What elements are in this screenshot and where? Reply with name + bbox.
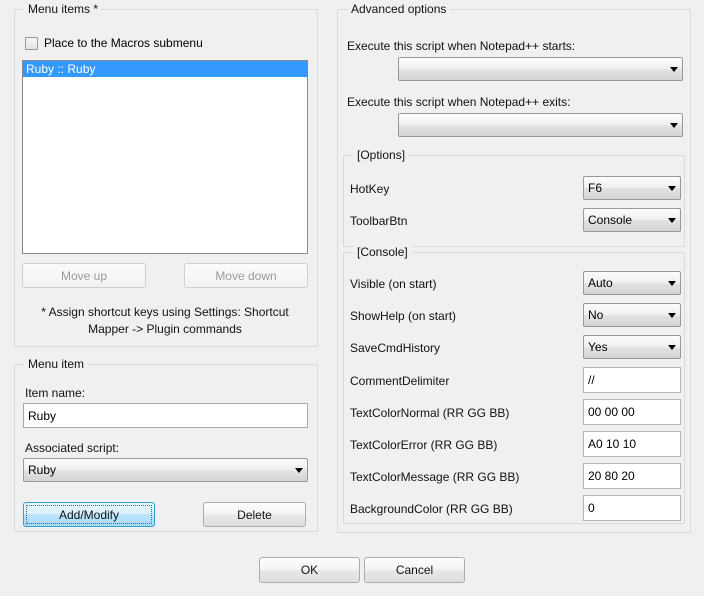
checkbox-box xyxy=(25,36,38,50)
toolbarbtn-value: Console xyxy=(588,213,633,227)
textcolornormal-value: 00 00 00 xyxy=(588,405,635,419)
textcolorerror-label: TextColorError (RR GG BB) xyxy=(350,438,498,452)
savecmdhistory-value: Yes xyxy=(588,340,608,354)
menu-item-group-title: Menu item xyxy=(24,357,89,371)
item-name-label: Item name: xyxy=(25,386,86,400)
options-subgroup-title: [Options] xyxy=(353,148,410,162)
ok-label: OK xyxy=(300,563,319,577)
execute-on-start-label: Execute this script when Notepad++ start… xyxy=(347,39,576,53)
chevron-down-icon[interactable] xyxy=(663,336,680,358)
textcolormessage-input[interactable]: 20 80 20 xyxy=(583,463,681,489)
textcolormessage-label: TextColorMessage (RR GG BB) xyxy=(350,470,520,484)
focus-rectangle xyxy=(26,505,152,524)
chevron-down-icon[interactable] xyxy=(665,58,682,80)
add-modify-button[interactable]: Add/Modify xyxy=(23,502,155,527)
chevron-down-icon[interactable] xyxy=(665,114,682,136)
console-subgroup-title: [Console] xyxy=(353,245,412,259)
menu-items-group-title: Menu items * xyxy=(24,2,103,16)
toolbarbtn-label: ToolbarBtn xyxy=(350,214,408,228)
execute-on-start-combo[interactable] xyxy=(398,57,683,81)
cancel-label: Cancel xyxy=(395,563,434,577)
associated-script-value: Ruby xyxy=(28,463,57,477)
execute-on-exit-label: Execute this script when Notepad++ exits… xyxy=(347,95,571,109)
backgroundcolor-value: 0 xyxy=(588,501,595,515)
chevron-down-icon[interactable] xyxy=(663,304,680,326)
list-item[interactable]: Ruby :: Ruby xyxy=(23,61,307,77)
chevron-down-icon[interactable] xyxy=(663,272,680,294)
showhelp-on-start-combo[interactable]: No xyxy=(583,303,681,327)
commentdelimiter-input[interactable]: // xyxy=(583,367,681,393)
hotkey-value: F6 xyxy=(588,181,603,195)
chevron-down-icon[interactable] xyxy=(663,177,680,199)
shortcut-hint-line-2: Mapper -> Plugin commands xyxy=(88,322,242,336)
showhelp-on-start-label: ShowHelp (on start) xyxy=(350,309,457,323)
textcolornormal-label: TextColorNormal (RR GG BB) xyxy=(350,406,510,420)
item-name-input[interactable]: Ruby xyxy=(23,403,308,428)
place-to-macros-submenu-checkbox[interactable]: Place to the Macros submenu xyxy=(25,36,203,50)
checkbox-label: Place to the Macros submenu xyxy=(44,36,203,50)
move-up-button[interactable]: Move up xyxy=(22,263,146,288)
visible-on-start-label: Visible (on start) xyxy=(350,277,437,291)
savecmdhistory-combo[interactable]: Yes xyxy=(583,335,681,359)
associated-script-label: Associated script: xyxy=(25,441,120,455)
commentdelimiter-value: // xyxy=(588,373,595,387)
delete-button[interactable]: Delete xyxy=(203,502,306,527)
commentdelimiter-label: CommentDelimiter xyxy=(350,374,450,388)
textcolorerror-value: A0 10 10 xyxy=(588,437,637,451)
backgroundcolor-label: BackgroundColor (RR GG BB) xyxy=(350,502,513,516)
cancel-button[interactable]: Cancel xyxy=(364,557,465,583)
hotkey-combo[interactable]: F6 xyxy=(583,176,681,200)
plugin-configuration-dialog: Menu items * Place to the Macros submenu… xyxy=(0,0,704,596)
ok-button[interactable]: OK xyxy=(259,557,360,583)
savecmdhistory-label: SaveCmdHistory xyxy=(350,341,441,355)
move-up-label: Move up xyxy=(60,268,108,283)
move-down-button[interactable]: Move down xyxy=(184,263,308,288)
advanced-options-group-title: Advanced options xyxy=(347,2,451,16)
chevron-down-icon[interactable] xyxy=(290,459,307,481)
hotkey-label: HotKey xyxy=(350,182,390,196)
chevron-down-icon[interactable] xyxy=(663,209,680,231)
showhelp-on-start-value: No xyxy=(588,308,604,322)
visible-on-start-value: Auto xyxy=(588,276,613,290)
textcolorerror-input[interactable]: A0 10 10 xyxy=(583,431,681,457)
textcolormessage-value: 20 80 20 xyxy=(588,469,635,483)
delete-label: Delete xyxy=(237,507,272,522)
menu-items-listbox[interactable]: Ruby :: Ruby xyxy=(22,60,308,254)
shortcut-hint-line-1: * Assign shortcut keys using Settings: S… xyxy=(41,305,289,319)
move-down-label: Move down xyxy=(215,268,277,283)
execute-on-exit-combo[interactable] xyxy=(398,113,683,137)
toolbarbtn-combo[interactable]: Console xyxy=(583,208,681,232)
visible-on-start-combo[interactable]: Auto xyxy=(583,271,681,295)
options-subgroup: [Options] xyxy=(343,148,685,247)
backgroundcolor-input[interactable]: 0 xyxy=(583,495,681,521)
textcolornormal-input[interactable]: 00 00 00 xyxy=(583,399,681,425)
item-name-value: Ruby xyxy=(28,408,57,423)
associated-script-combo[interactable]: Ruby xyxy=(23,458,308,482)
